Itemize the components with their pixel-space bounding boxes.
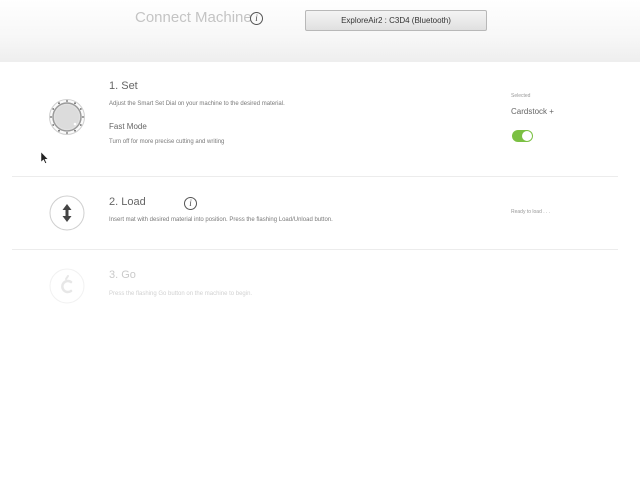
- step-load-title: 2. Load: [109, 196, 146, 208]
- info-icon[interactable]: i: [250, 12, 263, 25]
- cricut-go-icon: [49, 268, 85, 304]
- smart-set-dial-icon: [49, 99, 85, 135]
- load-status: Ready to load . . .: [511, 209, 551, 215]
- step-go-title: 3. Go: [109, 269, 136, 281]
- mouse-pointer-icon: [41, 152, 49, 164]
- selected-label: Selected: [511, 93, 531, 99]
- divider: [12, 249, 618, 250]
- fast-mode-label: Fast Mode: [109, 122, 147, 131]
- page-title: Connect Machine: [135, 9, 252, 26]
- step-go-description: Press the flashing Go button on the mach…: [109, 291, 253, 297]
- divider: [12, 176, 618, 177]
- selected-material[interactable]: Cardstock +: [511, 107, 554, 116]
- machine-select-button[interactable]: ExploreAir2 : C3D4 (Bluetooth): [305, 10, 487, 31]
- step-load-description: Insert mat with desired material into po…: [109, 217, 333, 223]
- step-set-description: Adjust the Smart Set Dial on your machin…: [109, 101, 285, 107]
- fast-mode-toggle[interactable]: [512, 130, 533, 142]
- toggle-knob: [522, 131, 532, 141]
- header-bar: Connect Machine i ExploreAir2 : C3D4 (Bl…: [0, 0, 640, 62]
- fast-mode-description: Turn off for more precise cutting and wr…: [109, 139, 225, 145]
- step-set-title: 1. Set: [109, 80, 138, 92]
- load-unload-arrows-icon: [49, 195, 85, 231]
- info-icon[interactable]: i: [184, 197, 197, 210]
